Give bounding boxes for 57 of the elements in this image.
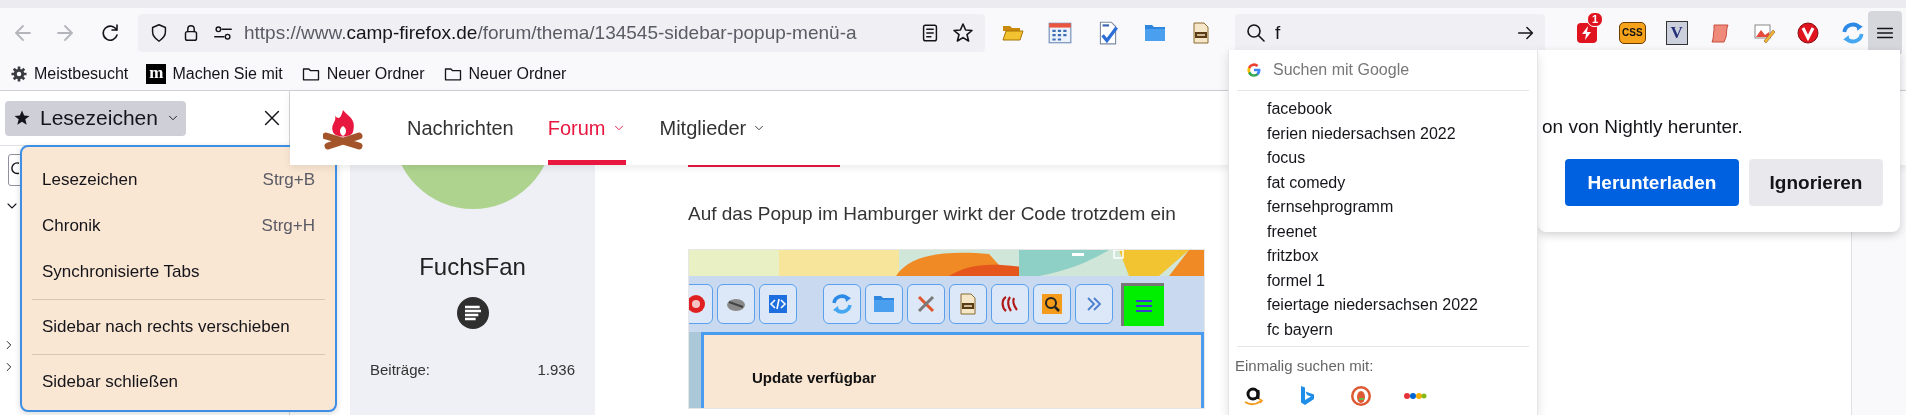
search-engine-label: Suchen mit Google <box>1273 61 1410 79</box>
bookmark-item[interactable]: Neuer Ordner <box>298 60 427 88</box>
search-suggestion[interactable]: focus <box>1237 146 1529 171</box>
stat-label: Beiträge: <box>370 361 431 378</box>
menu-item[interactable]: Chronik Strg+H <box>22 203 335 249</box>
toolbar-button[interactable] <box>1033 284 1071 324</box>
bookmark-star-icon[interactable] <box>951 21 975 45</box>
url-text: https://www.camp-firefox.de/forum/thema/134545-sidebar-popup-menü-a <box>244 22 858 44</box>
sidebar-switcher-button[interactable]: Lesezeichen <box>5 100 186 136</box>
search-suggestion[interactable]: fritzbox <box>1237 244 1529 269</box>
magnifier-icon <box>1040 292 1064 316</box>
menu-item[interactable]: Sidebar nach rechts verschieben <box>22 304 335 350</box>
download-button[interactable]: Herunterladen <box>1565 159 1739 206</box>
address-bar[interactable]: https://www.camp-firefox.de/forum/thema/134545-sidebar-popup-menü-a <box>138 14 985 52</box>
search-suggestion[interactable]: ferien niedersachsen 2022 <box>1237 121 1529 146</box>
ignore-button[interactable]: Ignorieren <box>1749 159 1883 206</box>
search-suggestion[interactable]: fc bayern <box>1237 317 1529 342</box>
search-suggestion[interactable]: freenet <box>1237 219 1529 244</box>
sync-icon[interactable] <box>1839 20 1866 46</box>
code-icon <box>766 292 790 316</box>
stat-value: 1.936 <box>537 361 575 378</box>
search-text: f <box>1275 22 1282 44</box>
g-logo-icon <box>1245 61 1263 79</box>
search-suggestion[interactable]: fat comedy <box>1237 170 1529 195</box>
post-text: Auf das Popup im Hamburger wirkt der Code trotzdem ein <box>688 203 1176 225</box>
logo-icon: m <box>146 64 167 84</box>
sync-icon <box>830 292 854 316</box>
extension-icon[interactable]: V <box>1665 21 1688 45</box>
menu-item[interactable]: Synchronisierte Tabs <box>22 249 335 295</box>
bookmark-item[interactable]: Meistbesucht <box>8 60 131 88</box>
menu-item[interactable]: Sidebar schließen <box>22 359 335 405</box>
extension-icon[interactable]: CSS <box>1619 22 1646 44</box>
user-name: FuchsFan <box>419 253 526 281</box>
circle-logo-icon[interactable] <box>1795 21 1820 45</box>
lightning-icon[interactable] <box>1575 21 1599 45</box>
shortcut-text: Strg+H <box>261 216 315 236</box>
bookmark-item[interactable]: Neuer Ordner <box>440 60 569 88</box>
search-suggestion[interactable]: feiertage niedersachsen 2022 <box>1237 293 1529 318</box>
nav-link[interactable]: Mitglieder <box>659 91 767 165</box>
bookmark-item[interactable]: m Machen Sie mit <box>144 60 285 88</box>
text-lines-icon <box>456 297 489 329</box>
toolbar-button[interactable] <box>991 284 1029 324</box>
toolbar-button[interactable] <box>949 284 987 324</box>
search-suggestion[interactable]: fernsehprogramm <box>1237 195 1529 220</box>
search-suggestion[interactable]: formel 1 <box>1237 268 1529 293</box>
gear-icon <box>10 65 28 83</box>
shortcut-text: Strg+B <box>262 170 315 190</box>
notification-message: on von Nightly herunter. <box>1541 115 1744 138</box>
search-field[interactable]: f <box>1235 14 1545 52</box>
panel-title: Update verfügbar <box>752 369 878 386</box>
image-edit-icon[interactable] <box>1751 21 1776 45</box>
menu-item[interactable]: Lesezeichen Strg+B <box>22 157 335 203</box>
one-off-label: Einmalig suchen mit: <box>1234 356 1375 374</box>
search-suggestion[interactable]: facebook <box>1237 97 1529 122</box>
nav-link[interactable]: Nachrichten <box>407 91 514 165</box>
notification-badge: 1 <box>1587 12 1604 27</box>
calendar-icon[interactable] <box>1047 20 1073 46</box>
